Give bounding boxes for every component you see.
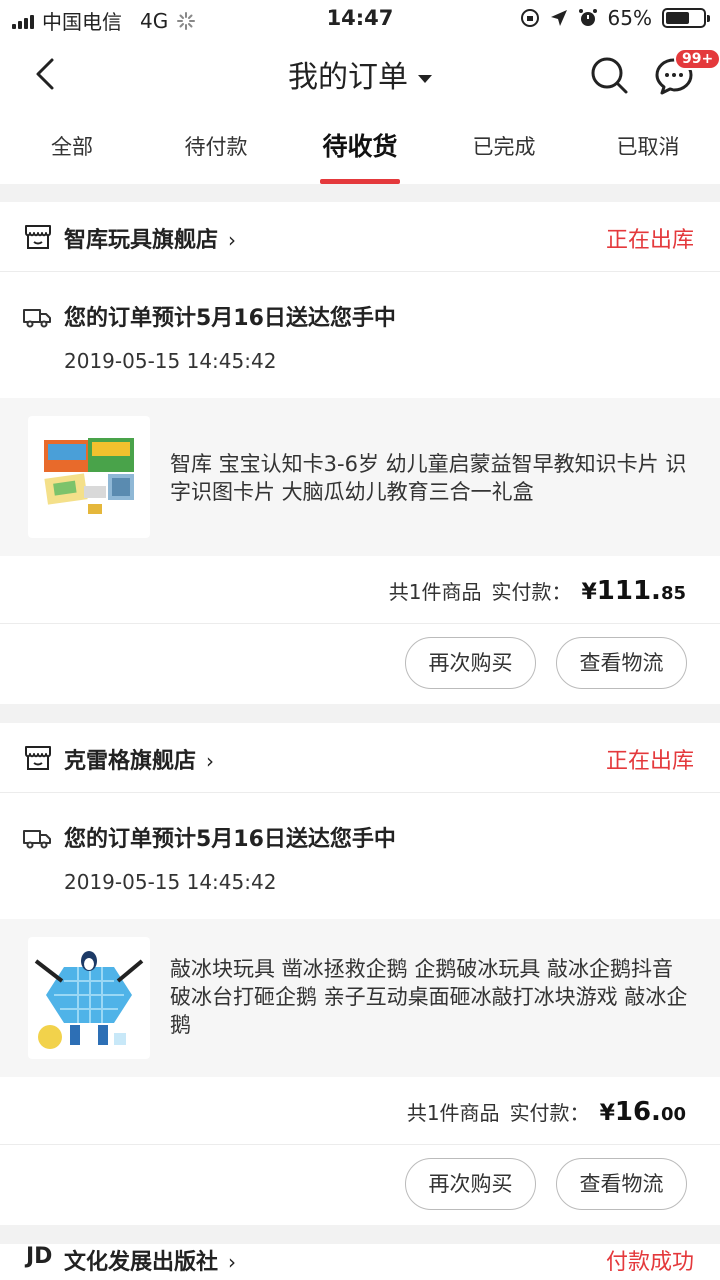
tab-pending-payment[interactable]: 待付款 [144, 110, 288, 184]
view-logistics-button[interactable]: 查看物流 [556, 1158, 687, 1210]
tab-pending-receipt[interactable]: 待收货 [288, 110, 432, 184]
shop-name-text: 克雷格旗舰店 [64, 749, 197, 774]
product-row[interactable]: 智库 宝宝认知卡3-6岁 幼儿童启蒙益智早教知识卡片 识字识图卡片 大脑瓜幼儿教… [0, 398, 720, 556]
item-count: 共1件商品 [406, 1101, 500, 1125]
delivery-estimate: 您的订单预计5月16日送达您手中 [64, 827, 396, 852]
delivery-estimate: 您的订单预计5月16日送达您手中 [64, 306, 396, 331]
delivery-timestamp: 2019-05-15 14:45:42 [64, 870, 277, 894]
buy-again-button[interactable]: 再次购买 [405, 637, 536, 689]
order-card: 克雷格旗舰店 › 正在出库 您的订单预计5月16日送达您手中 2019-05-15… [0, 723, 720, 1225]
shop-logo-icon: JD [26, 1244, 53, 1269]
delivery-info[interactable]: 您的订单预计5月16日送达您手中 2019-05-15 14:45:42 [0, 272, 720, 398]
item-count: 共1件商品 [388, 580, 482, 604]
dropdown-caret-icon [418, 74, 432, 83]
tab-completed[interactable]: 已完成 [432, 110, 576, 184]
paid-label: 实付款： [509, 1101, 590, 1125]
message-badge: 99+ [674, 48, 720, 70]
shop-row[interactable]: 克雷格旗舰店 › 正在出库 [0, 723, 720, 793]
order-status: 付款成功 [605, 1250, 694, 1275]
alarm-icon [578, 9, 597, 26]
delivery-timestamp: 2019-05-15 14:45:42 [64, 349, 277, 373]
view-logistics-button[interactable]: 查看物流 [556, 637, 687, 689]
shop-row[interactable]: JD 文化发展出版社 › 付款成功 [0, 1244, 720, 1280]
orientation-lock-icon [520, 9, 539, 27]
shop-row[interactable]: 智库玩具旗舰店 › 正在出库 [0, 202, 720, 272]
location-icon [550, 10, 567, 26]
shop-name: 文化发展出版社 › [64, 1244, 236, 1276]
product-image [28, 937, 150, 1059]
tab-all[interactable]: 全部 [0, 110, 144, 184]
product-row[interactable]: 敲冰块玩具 凿冰拯救企鹅 企鹅破冰玩具 敲冰企鹅抖音破冰台打砸企鹅 亲子互动桌面… [0, 919, 720, 1077]
paid-label: 实付款： [491, 580, 572, 604]
order-summary: 共1件商品 实付款： ¥16.00 [0, 1077, 720, 1145]
order-summary: 共1件商品 实付款： ¥111.85 [0, 556, 720, 624]
paid-amount: ¥16.00 [600, 1097, 686, 1127]
search-icon[interactable] [588, 54, 630, 96]
order-card: JD 文化发展出版社 › 付款成功 [0, 1244, 720, 1280]
product-image [28, 416, 150, 538]
order-actions: 再次购买 查看物流 [0, 624, 720, 704]
status-bar: 中国电信 4G 14:47 65% [0, 0, 720, 36]
tab-cancelled[interactable]: 已取消 [576, 110, 720, 184]
paid-amount: ¥111.85 [581, 576, 686, 606]
price-decimal: 85 [660, 583, 686, 604]
price-integer: 16. [614, 1097, 661, 1127]
page-title-text: 我的订单 [288, 60, 408, 95]
chevron-right-icon: › [206, 749, 215, 773]
truck-icon [23, 830, 51, 849]
product-title: 智库 宝宝认知卡3-6岁 幼儿童启蒙益智早教知识卡片 识字识图卡片 大脑瓜幼儿教… [170, 452, 687, 504]
order-status: 正在出库 [605, 749, 694, 774]
order-tabs: 全部 待付款 待收货 已完成 已取消 [0, 110, 720, 184]
delivery-info[interactable]: 您的订单预计5月16日送达您手中 2019-05-15 14:45:42 [0, 793, 720, 919]
buy-again-button[interactable]: 再次购买 [405, 1158, 536, 1210]
shop-name-text: 文化发展出版社 [64, 1250, 219, 1275]
shop-icon [25, 746, 51, 770]
chevron-right-icon: › [228, 228, 237, 252]
shop-name-text: 智库玩具旗舰店 [64, 228, 219, 253]
shop-name: 克雷格旗舰店 › [64, 743, 214, 775]
currency-symbol: ¥ [581, 580, 597, 605]
shop-name: 智库玩具旗舰店 › [64, 222, 236, 254]
shop-icon [25, 225, 51, 249]
order-actions: 再次购买 查看物流 [0, 1145, 720, 1225]
price-integer: 111. [596, 576, 661, 606]
currency-symbol: ¥ [599, 1101, 615, 1126]
chevron-right-icon: › [228, 1250, 237, 1274]
battery-icon [662, 8, 710, 28]
battery-percent: 65% [607, 6, 652, 30]
nav-bar: 我的订单 99+ [0, 36, 720, 110]
price-decimal: 00 [660, 1104, 686, 1125]
order-status: 正在出库 [605, 228, 694, 253]
product-title: 敲冰块玩具 凿冰拯救企鹅 企鹅破冰玩具 敲冰企鹅抖音破冰台打砸企鹅 亲子互动桌面… [170, 957, 688, 1037]
truck-icon [23, 309, 51, 328]
order-card: 智库玩具旗舰店 › 正在出库 您的订单预计5月16日送达您手中 2019-05-1… [0, 202, 720, 704]
